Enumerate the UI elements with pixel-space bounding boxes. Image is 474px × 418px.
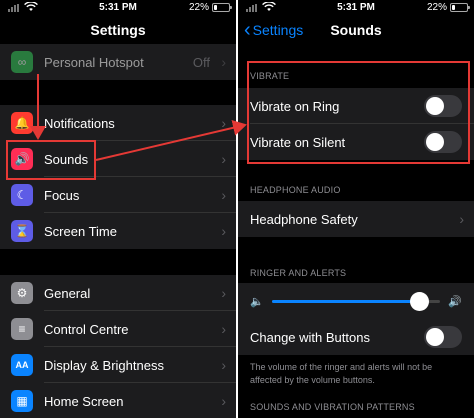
- row-label: Sounds: [44, 151, 89, 167]
- row-label: Notifications: [44, 115, 115, 131]
- battery-icon: [450, 3, 470, 12]
- settings-row-display-brightness[interactable]: AA Display & Brightness ›: [0, 347, 236, 383]
- speaker-high-icon: 🔊: [448, 296, 462, 308]
- chevron-right-icon: ›: [221, 187, 226, 203]
- bell-icon: 🔔: [11, 112, 33, 134]
- row-label: Vibrate on Ring: [250, 98, 340, 114]
- row-value: Off: [192, 54, 210, 70]
- chevron-right-icon: ›: [221, 321, 226, 337]
- change-with-buttons-row: Change with Buttons: [238, 319, 474, 355]
- chevron-right-icon: ›: [221, 357, 226, 373]
- row-label: Change with Buttons: [250, 329, 370, 345]
- row-label: Personal Hotspot: [44, 54, 144, 70]
- battery-percent: 22%: [188, 2, 209, 13]
- chevron-right-icon: ›: [459, 211, 464, 227]
- chevron-right-icon: ›: [221, 54, 226, 70]
- settings-row-personal-hotspot[interactable]: ∞ Personal Hotspot Off ›: [0, 44, 236, 80]
- vibrate-on-silent-toggle[interactable]: [424, 131, 462, 153]
- hourglass-icon: ⌛: [11, 220, 33, 242]
- section-header-ringer-alerts: RINGER AND ALERTS: [250, 268, 347, 278]
- chevron-right-icon: ›: [221, 115, 226, 131]
- row-label: Focus: [44, 187, 80, 203]
- settings-row-control-centre[interactable]: ≡ Control Centre ›: [0, 311, 236, 347]
- vibrate-on-silent-row: Vibrate on Silent: [238, 124, 474, 160]
- aa-icon: AA: [11, 354, 33, 376]
- hotspot-icon: ∞: [11, 51, 33, 73]
- toggles-icon: ≡: [11, 318, 33, 340]
- battery-icon: [212, 3, 232, 12]
- row-label: General: [44, 285, 91, 301]
- gear-icon: ⚙: [11, 282, 33, 304]
- settings-row-focus[interactable]: ☾ Focus ›: [0, 177, 236, 213]
- headphone-safety-row[interactable]: Headphone Safety ›: [238, 201, 474, 237]
- row-label: Vibrate on Silent: [250, 134, 346, 150]
- row-label: Home Screen: [44, 393, 124, 409]
- speaker-icon: 🔊: [11, 148, 33, 170]
- vibrate-on-ring-row: Vibrate on Ring: [238, 88, 474, 124]
- ringer-footnote: The volume of the ringer and alerts will…: [250, 362, 433, 385]
- chevron-right-icon: ›: [221, 285, 226, 301]
- page-title: Sounds: [330, 22, 382, 38]
- row-label: Display & Brightness: [44, 357, 164, 373]
- page-title: Settings: [90, 22, 146, 38]
- row-label: Screen Time: [44, 223, 117, 239]
- status-bar: 5:31 PM 22%: [238, 0, 474, 16]
- section-header-headphone-audio: HEADPHONE AUDIO: [250, 185, 341, 195]
- battery-percent: 22%: [426, 2, 447, 13]
- row-label: Control Centre: [44, 321, 129, 337]
- ringer-volume-slider[interactable]: [272, 292, 440, 311]
- settings-row-notifications[interactable]: 🔔 Notifications ›: [0, 105, 236, 141]
- settings-row-sounds[interactable]: 🔊 Sounds ›: [0, 141, 236, 177]
- settings-row-general[interactable]: ⚙ General ›: [0, 275, 236, 311]
- grid-icon: ▦: [11, 390, 33, 412]
- chevron-right-icon: ›: [221, 151, 226, 167]
- settings-screen: 5:31 PM 22% Settings ∞ Personal Hotspot …: [0, 0, 236, 418]
- section-header-sounds-vibration-patterns: SOUNDS AND VIBRATION PATTERNS: [250, 402, 415, 412]
- settings-row-home-screen[interactable]: ▦ Home Screen ›: [0, 383, 236, 418]
- row-label: Headphone Safety: [250, 211, 358, 227]
- sounds-screen: 5:31 PM 22% ‹ Settings Sounds VIBRATE Vi…: [238, 0, 474, 418]
- moon-icon: ☾: [11, 184, 33, 206]
- chevron-right-icon: ›: [221, 393, 226, 409]
- speaker-low-icon: 🔈: [250, 296, 264, 308]
- chevron-right-icon: ›: [221, 223, 226, 239]
- slider-thumb[interactable]: [409, 292, 429, 311]
- settings-row-screen-time[interactable]: ⌛ Screen Time ›: [0, 213, 236, 249]
- vibrate-on-ring-toggle[interactable]: [424, 95, 462, 117]
- section-header-vibrate: VIBRATE: [250, 71, 290, 81]
- status-bar: 5:31 PM 22%: [0, 0, 236, 16]
- change-with-buttons-toggle[interactable]: [424, 326, 462, 348]
